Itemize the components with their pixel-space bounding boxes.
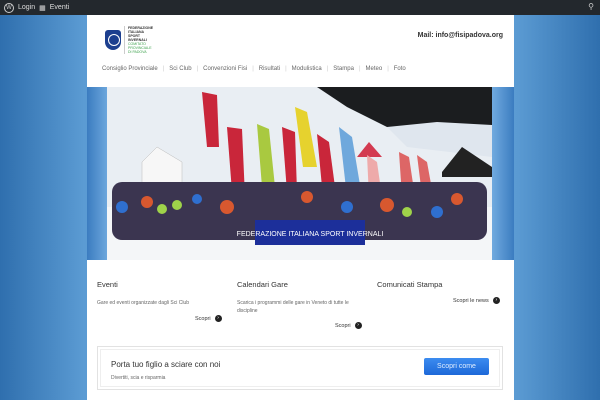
nav-stampa[interactable]: Stampa <box>328 66 359 72</box>
calendar-more-link[interactable]: Scopri › <box>335 322 362 329</box>
search-icon[interactable]: ⚲ <box>588 2 594 11</box>
press-more-link[interactable]: Scopri le news › <box>453 297 500 304</box>
press-column: Comunicati Stampa <box>377 280 502 289</box>
call-to-action-box: Porta tuo figlio a sciare con noi Divert… <box>97 346 503 390</box>
calendar-column: Calendari Gare Scarica i programmi delle… <box>237 280 362 315</box>
nav-meteo[interactable]: Meteo <box>361 66 388 72</box>
events-text: Gare ed eventi organizzate dagli Sci Clu… <box>97 300 189 306</box>
nav-sci-club[interactable]: Sci Club <box>164 66 196 72</box>
login-link[interactable]: Login <box>18 4 35 11</box>
logo-shield-icon <box>105 30 121 50</box>
contact-mail[interactable]: Mail: info@fisipadova.org <box>418 32 503 39</box>
calendar-text: Scarica i programmi delle gare in Veneto… <box>237 300 349 314</box>
press-title: Comunicati Stampa <box>377 280 443 289</box>
wordpress-icon[interactable]: W <box>4 2 14 13</box>
events-link[interactable]: Eventi <box>50 4 69 11</box>
admin-bar: W Login ▦ Eventi ⚲ <box>0 0 600 15</box>
main-nav: Consiglio Provinciale | Sci Club | Convenz… <box>97 66 411 72</box>
link-label: Scopri <box>335 322 351 329</box>
nav-consiglio-provinciale[interactable]: Consiglio Provinciale <box>97 66 163 72</box>
arrow-right-icon: › <box>214 315 222 322</box>
arrow-right-icon: › <box>354 322 362 329</box>
nav-risultati[interactable]: Risultati <box>254 66 285 72</box>
logo-text: FEDERAZIONE ITALIANA SPORT INVERNALI COM… <box>124 26 153 54</box>
nav-modulistica[interactable]: Modulistica <box>287 66 327 72</box>
group-photo: FEDERAZIONE ITALIANA SPORT INVERNALI <box>107 87 492 260</box>
events-column: Eventi Gare ed eventi organizzate dagli … <box>97 280 222 307</box>
nav-convenzioni[interactable]: Convenzioni Fisi <box>198 66 252 72</box>
events-more-link[interactable]: Scopri › <box>195 315 222 322</box>
link-label: Scopri <box>195 315 211 322</box>
nav-foto[interactable]: Foto <box>389 66 411 72</box>
calendar-title: Calendari Gare <box>237 280 288 289</box>
calendar-icon: ▦ <box>39 4 46 12</box>
cta-subtitle: Divertiti, scia e risparmia <box>111 375 166 381</box>
events-title: Eventi <box>97 280 118 289</box>
fisi-logo[interactable]: FEDERAZIONE ITALIANA SPORT INVERNALI COM… <box>105 26 153 54</box>
arrow-right-icon: › <box>492 297 500 304</box>
link-label: Scopri le news <box>453 297 489 304</box>
hero-slider[interactable]: FEDERAZIONE ITALIANA SPORT INVERNALI <box>87 87 514 260</box>
cta-title: Porta tuo figlio a sciare con noi <box>111 360 221 369</box>
logo-line: DI PADOVA <box>128 50 147 54</box>
photo-banner-text: FEDERAZIONE ITALIANA SPORT INVERNALI <box>237 231 384 238</box>
discover-how-button[interactable]: Scopri come <box>424 358 489 375</box>
page-container: FEDERAZIONE ITALIANA SPORT INVERNALI COM… <box>87 15 514 400</box>
